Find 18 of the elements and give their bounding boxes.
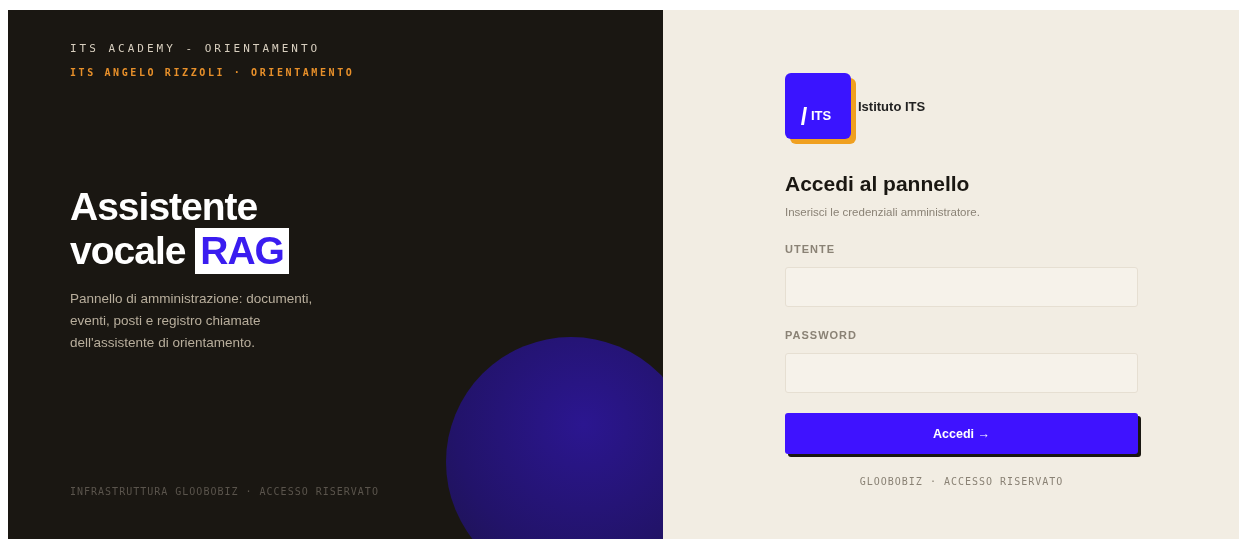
input-field[interactable]	[785, 267, 1138, 307]
field-label: PASSWORD	[785, 329, 858, 341]
highlight-text: RAG	[195, 228, 289, 274]
hero-title: Assistente	[70, 186, 258, 228]
footer-text: GLOOBOBIZ · ACCESSO RISERVATO	[858, 476, 1065, 487]
description-text: Pannello di amministrazione: documenti, eventi, posti e registro chiamate dell'assistente di orientamento.	[70, 290, 314, 352]
footer-text: INFRASTRUTTURA GLOOBOBIZ · ACCESSO RISERVATO	[70, 486, 379, 497]
eyebrow-text: ITS ACADEMY - ORIENTAMENTO	[70, 42, 322, 55]
login-button[interactable]: Accedi →	[785, 413, 1138, 454]
field-label: UTENTE	[785, 243, 836, 255]
login-subtitle: Inserisci le credenziali amministratore.	[785, 206, 981, 218]
brand-name: Istituto ITS	[858, 98, 926, 114]
login-heading: Accedi al pannello	[785, 172, 971, 196]
logo-text: ITS	[811, 108, 832, 123]
slash-icon	[801, 107, 807, 125]
hero-title: vocale	[70, 230, 186, 272]
institute-text: ITS ANGELO RIZZOLI · ORIENTAMENTO	[70, 67, 356, 78]
input-field[interactable]	[785, 353, 1138, 393]
